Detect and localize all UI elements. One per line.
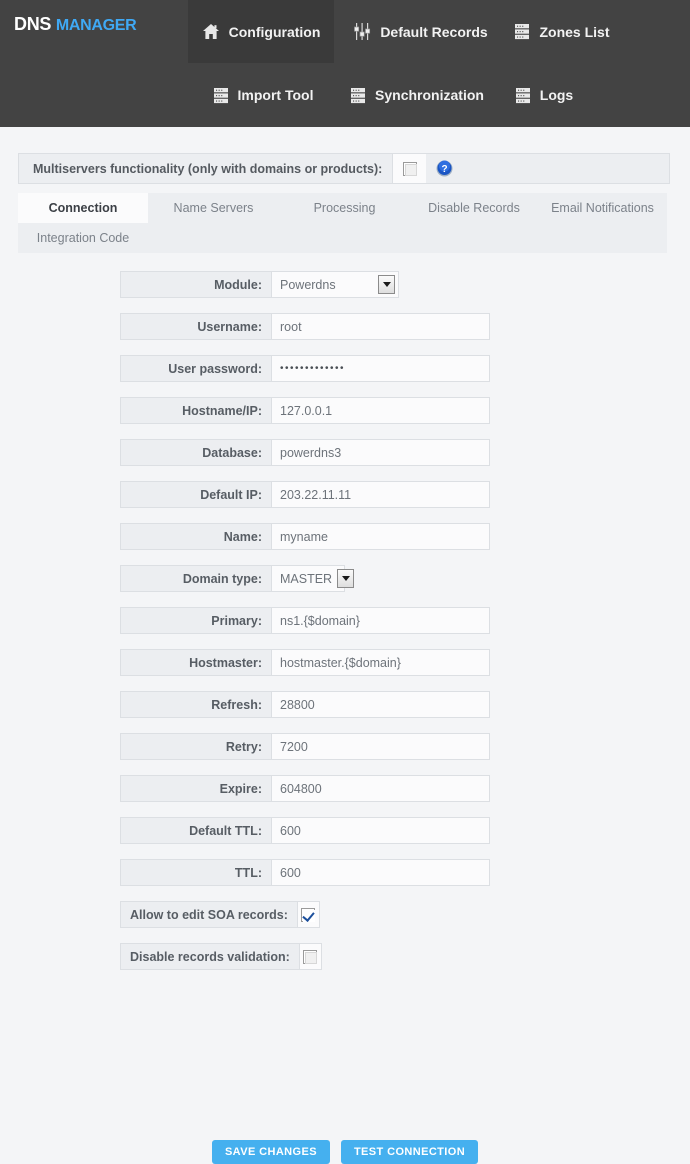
nav-item-label: Logs [539,87,574,103]
field-label-database: Database: [120,439,271,466]
field-label-expire: Expire: [120,775,271,802]
nav-item-synchronization[interactable]: Synchronization [326,63,508,127]
field-row-module: Module: Powerdns [0,271,690,313]
nav-item-configuration[interactable]: Configuration [188,0,334,63]
tab-integration-code[interactable]: Integration Code [18,223,148,253]
field-label-user-password: User password: [120,355,271,382]
checkbox-allow-to-edit-soa-records[interactable] [301,907,316,922]
field-row-default-ttl: Default TTL: 600 [0,817,690,859]
nav-item-label: Synchronization [375,87,484,103]
list-icon [351,87,366,103]
checkbox-cell [298,943,322,970]
checkbox-cell [296,901,320,928]
primary-nav-row: Configuration Default Records Zones List [0,0,690,63]
field-row-primary: Primary: ns1.{$domain} [0,607,690,649]
multiservers-checkbox-cell [392,154,427,183]
input-primary[interactable]: ns1.{$domain} [271,607,490,634]
checkbox-row-disable-records-validation: Disable records validation: [0,943,690,985]
select-value: Powerdns [280,277,336,292]
page-content: Multiservers functionality (only with do… [0,127,690,1164]
input-hostname-ip[interactable]: 127.0.0.1 [271,397,490,424]
field-row-user-password: User password: ••••••••••••• [0,355,690,397]
field-label-hostmaster: Hostmaster: [120,649,271,676]
field-row-refresh: Refresh: 28800 [0,691,690,733]
select-value: MASTER [280,571,333,586]
field-row-ttl: TTL: 600 [0,859,690,901]
nav-item-label: Configuration [228,23,321,40]
input-default-ip[interactable]: 203.22.11.11 [271,481,490,508]
list-icon [515,87,530,103]
multiservers-label: Multiservers functionality (only with do… [33,161,383,176]
field-row-retry: Retry: 7200 [0,733,690,775]
input-retry[interactable]: 7200 [271,733,490,760]
nav-item-label: Default Records [380,23,488,40]
field-row-database: Database: powerdns3 [0,439,690,481]
tab-email-notifications[interactable]: Email Notifications [538,193,667,223]
field-row-expire: Expire: 604800 [0,775,690,817]
checkbox-disable-records-validation[interactable] [303,949,318,964]
checkbox-label-allow-to-edit-soa-records: Allow to edit SOA records: [120,901,297,928]
secondary-nav-row: Import Tool Synchronization Logs [0,63,690,127]
field-label-default-ip: Default IP: [120,481,271,508]
svg-text:?: ? [442,164,448,175]
field-label-retry: Retry: [120,733,271,760]
checkbox-row-allow-to-edit-soa-records: Allow to edit SOA records: [0,901,690,943]
field-row-default-ip: Default IP: 203.22.11.11 [0,481,690,523]
input-username[interactable]: root [271,313,490,340]
field-row-domain-type: Domain type: MASTER [0,565,690,607]
nav-item-zones-list[interactable]: Zones List [494,0,630,63]
field-label-domain-type: Domain type: [120,565,271,592]
input-default-ttl[interactable]: 600 [271,817,490,844]
save-changes-button[interactable]: SAVE CHANGES [211,1140,330,1164]
field-label-hostname-ip: Hostname/IP: [120,397,271,424]
test-connection-button[interactable]: TEST CONNECTION [340,1140,479,1164]
chevron-down-icon[interactable] [337,569,355,588]
select-domain-type[interactable]: MASTER [271,565,355,592]
nav-item-label: Zones List [539,23,610,40]
field-row-hostmaster: Hostmaster: hostmaster.{$domain} [0,649,690,691]
field-label-username: Username: [120,313,271,340]
field-label-name: Name: [120,523,271,550]
nav-item-label: Import Tool [237,87,314,103]
input-expire[interactable]: 604800 [271,775,490,802]
nav-item-default-records[interactable]: Default Records [334,0,508,63]
list-icon [515,24,530,40]
input-hostmaster[interactable]: hostmaster.{$domain} [271,649,490,676]
app-header: DNS MANAGER Configuration Default Records… [0,0,690,127]
field-row-name: Name: myname [0,523,690,565]
tab-connection[interactable]: Connection [18,193,148,223]
chevron-down-icon[interactable] [378,275,395,294]
tab-processing[interactable]: Processing [279,193,410,223]
field-row-hostname-ip: Hostname/IP: 127.0.0.1 [0,397,690,439]
field-label-refresh: Refresh: [120,691,271,718]
sliders-icon [354,23,371,40]
field-label-ttl: TTL: [120,859,271,886]
field-label-default-ttl: Default TTL: [120,817,271,844]
tab-name-servers[interactable]: Name Servers [148,193,279,223]
input-database[interactable]: powerdns3 [271,439,490,466]
help-icon[interactable]: ? [436,160,453,177]
field-label-primary: Primary: [120,607,271,634]
input-refresh[interactable]: 28800 [271,691,490,718]
input-user-password[interactable]: ••••••••••••• [271,355,490,382]
select-module[interactable]: Powerdns [271,271,399,298]
checkbox-label-disable-records-validation: Disable records validation: [120,943,299,970]
nav-item-import-tool[interactable]: Import Tool [188,63,338,127]
multiservers-checkbox[interactable] [402,161,417,176]
nav-item-logs[interactable]: Logs [492,63,596,127]
connection-form: Module: Powerdns Username: root User passwor… [0,271,690,985]
list-icon [213,87,228,103]
tab-disable-records[interactable]: Disable Records [410,193,538,223]
form-actions: SAVE CHANGES TEST CONNECTION [0,1140,690,1164]
field-row-username: Username: root [0,313,690,355]
multiservers-bar: Multiservers functionality (only with do… [18,153,670,184]
settings-tabs: Connection Name Servers Processing Disable … [18,193,667,253]
input-name[interactable]: myname [271,523,490,550]
input-ttl[interactable]: 600 [271,859,490,886]
field-label-module: Module: [120,271,271,298]
home-icon [202,24,219,39]
